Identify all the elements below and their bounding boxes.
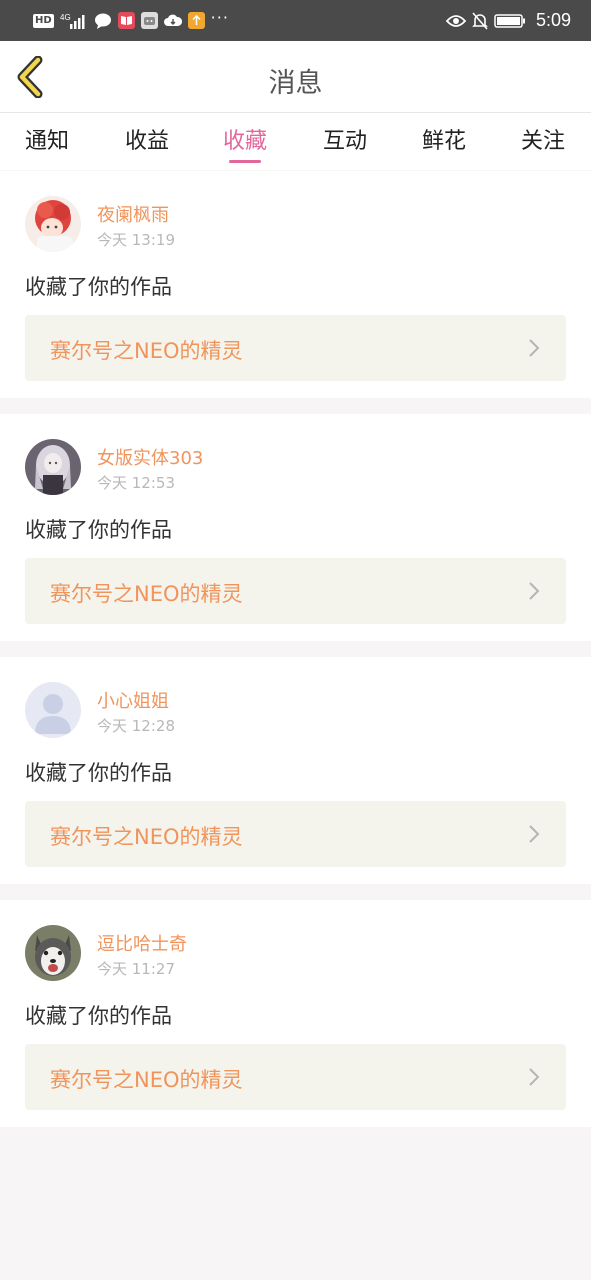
timestamp: 今天 12:53 bbox=[97, 474, 175, 492]
message-card: 女版实体303 今天 12:53 收藏了你的作品 赛尔号之NEO的精灵 bbox=[0, 414, 591, 641]
work-link[interactable]: 赛尔号之NEO的精灵 bbox=[25, 801, 566, 867]
chevron-right-icon bbox=[529, 1068, 540, 1086]
chevron-right-icon bbox=[529, 339, 540, 357]
app-header: 消息 bbox=[0, 41, 591, 113]
username[interactable]: 夜阑枫雨 bbox=[97, 201, 169, 227]
work-link[interactable]: 赛尔号之NEO的精灵 bbox=[25, 315, 566, 381]
cloud-download-icon bbox=[163, 14, 182, 28]
clock-time: 5:09 bbox=[535, 10, 571, 30]
avatar[interactable] bbox=[25, 682, 81, 738]
tab-notifications[interactable]: 通知 bbox=[7, 123, 87, 155]
eye-comfort-icon bbox=[445, 14, 466, 28]
battery-icon bbox=[494, 13, 526, 29]
network-type-label: 4G bbox=[60, 13, 71, 22]
anime-avatar-icon bbox=[25, 439, 81, 495]
work-title: 赛尔号之NEO的精灵 bbox=[50, 825, 243, 849]
avatar[interactable] bbox=[25, 439, 81, 495]
timestamp: 今天 11:27 bbox=[97, 960, 175, 978]
username[interactable]: 逗比哈士奇 bbox=[97, 930, 187, 956]
anime-avatar-icon bbox=[25, 196, 81, 252]
tab-bar: 通知 收益 收藏 互动 鲜花 关注 bbox=[0, 113, 591, 170]
work-title: 赛尔号之NEO的精灵 bbox=[50, 582, 243, 606]
avatar[interactable] bbox=[25, 196, 81, 252]
work-link[interactable]: 赛尔号之NEO的精灵 bbox=[25, 1044, 566, 1110]
default-person-icon bbox=[25, 682, 81, 738]
more-notifications-icon: ··· bbox=[210, 8, 229, 27]
action-text: 收藏了你的作品 bbox=[25, 275, 172, 299]
action-text: 收藏了你的作品 bbox=[25, 761, 172, 785]
husky-dog-icon bbox=[25, 925, 81, 981]
book-app-icon bbox=[117, 12, 135, 29]
message-card: 小心姐姐 今天 12:28 收藏了你的作品 赛尔号之NEO的精灵 bbox=[0, 657, 591, 884]
work-title: 赛尔号之NEO的精灵 bbox=[50, 1068, 243, 1092]
username[interactable]: 小心姐姐 bbox=[97, 687, 169, 713]
timestamp: 今天 12:28 bbox=[97, 717, 175, 735]
hd-icon: HD bbox=[33, 13, 54, 28]
chevron-right-icon bbox=[529, 582, 540, 600]
active-tab-indicator bbox=[229, 160, 261, 163]
avatar[interactable] bbox=[25, 925, 81, 981]
work-link[interactable]: 赛尔号之NEO的精灵 bbox=[25, 558, 566, 624]
tab-earnings[interactable]: 收益 bbox=[107, 123, 187, 155]
action-text: 收藏了你的作品 bbox=[25, 1004, 172, 1028]
work-title: 赛尔号之NEO的精灵 bbox=[50, 339, 243, 363]
message-card: 逗比哈士奇 今天 11:27 收藏了你的作品 赛尔号之NEO的精灵 bbox=[0, 900, 591, 1127]
page-title: 消息 bbox=[268, 68, 323, 99]
app-notification-icon bbox=[140, 12, 158, 29]
upload-app-icon bbox=[187, 12, 205, 29]
username[interactable]: 女版实体303 bbox=[97, 444, 203, 470]
action-text: 收藏了你的作品 bbox=[25, 518, 172, 542]
tab-interactions[interactable]: 互动 bbox=[305, 123, 385, 155]
tab-favorites[interactable]: 收藏 bbox=[205, 123, 285, 155]
timestamp: 今天 13:19 bbox=[97, 231, 175, 249]
tab-follows[interactable]: 关注 bbox=[503, 123, 583, 155]
chevron-right-icon bbox=[529, 825, 540, 843]
status-bar-left: HD 4G ··· bbox=[33, 8, 229, 30]
mute-bell-icon bbox=[472, 11, 488, 30]
signal-icon: 4G bbox=[60, 12, 88, 30]
message-card: 夜阑枫雨 今天 13:19 收藏了你的作品 赛尔号之NEO的精灵 bbox=[0, 171, 591, 398]
status-bar-right: 5:09 bbox=[445, 10, 571, 31]
tab-flowers[interactable]: 鲜花 bbox=[404, 123, 484, 155]
status-bar: HD 4G ··· 5:09 bbox=[0, 0, 591, 41]
chat-bubble-icon bbox=[94, 13, 112, 29]
